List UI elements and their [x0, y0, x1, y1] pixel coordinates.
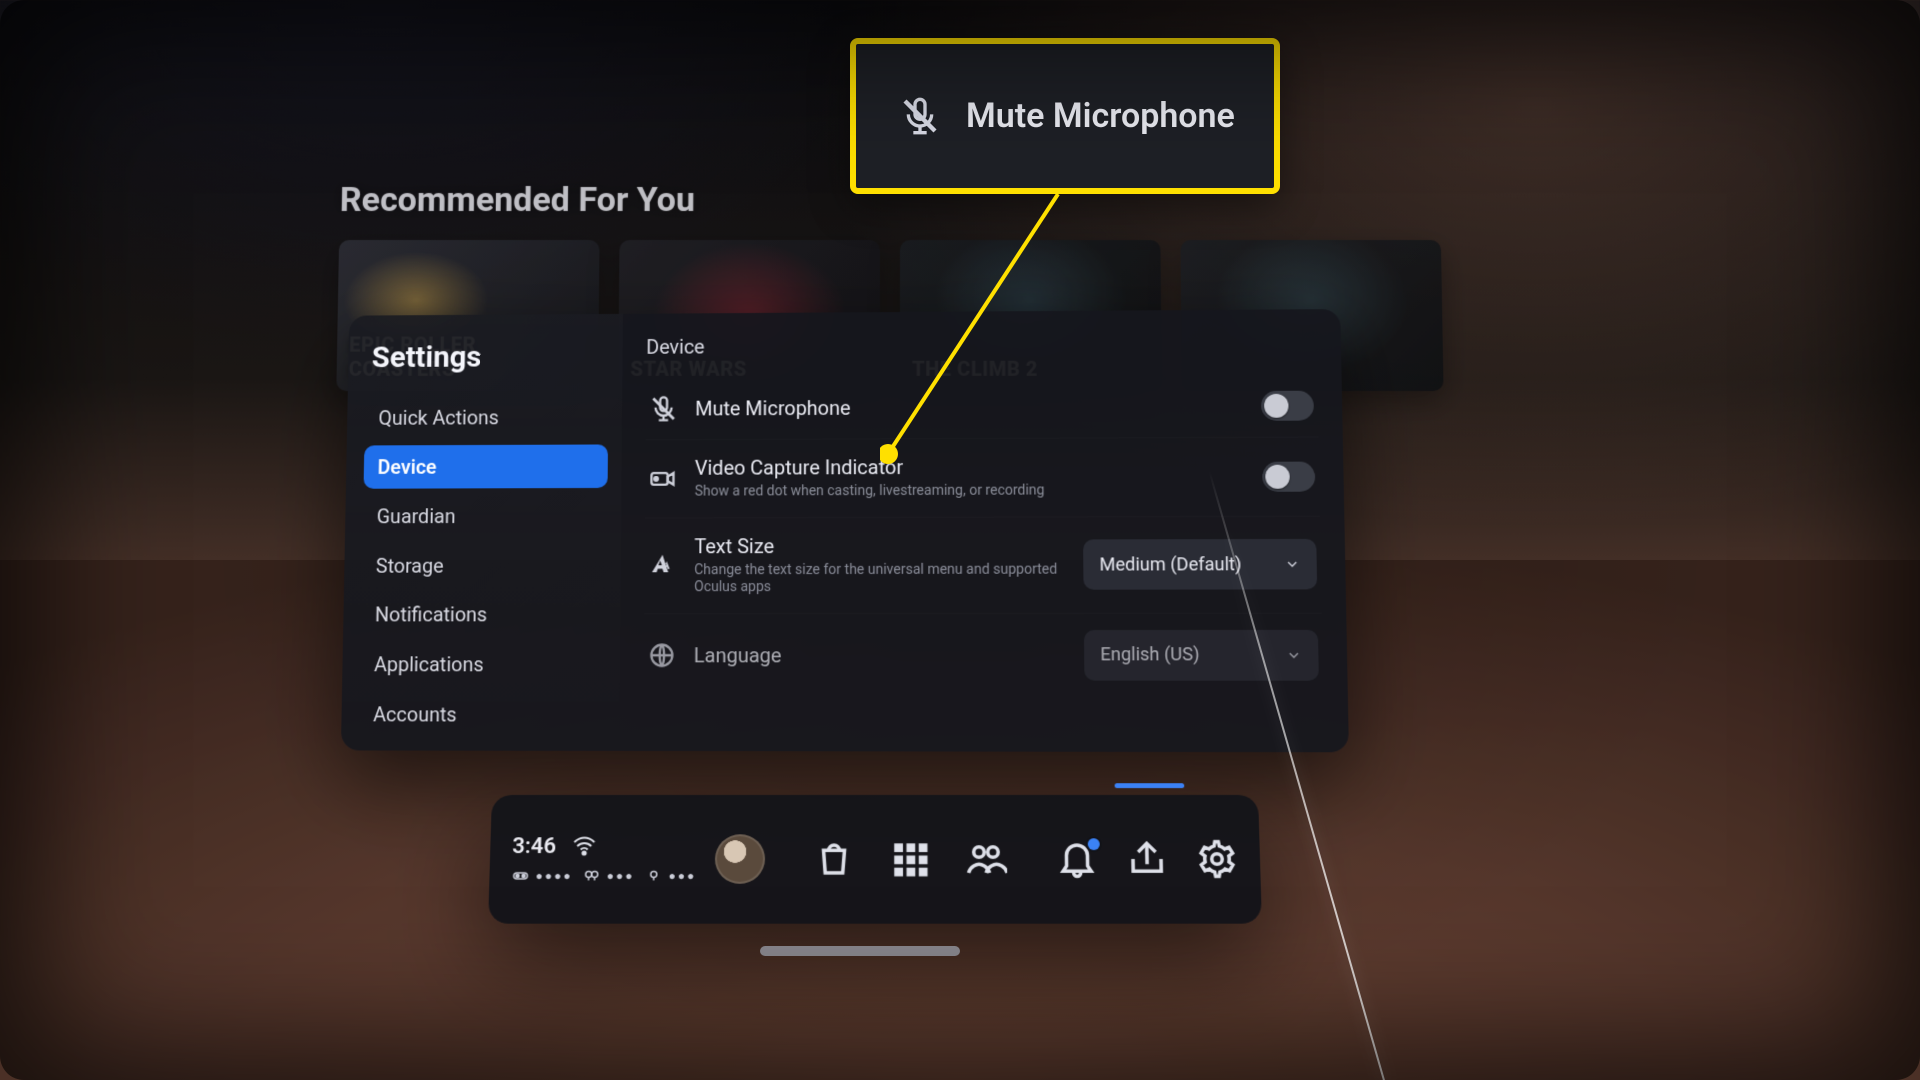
select-value: Medium (Default)	[1099, 554, 1241, 575]
select-text-size[interactable]: Medium (Default)	[1083, 539, 1317, 590]
settings-content: Device Mute Microphone Video Capture Ind…	[619, 309, 1349, 752]
text-size-icon	[648, 551, 676, 579]
row-label: Text Size	[694, 533, 1065, 558]
sidebar-item-label: Accounts	[373, 702, 457, 726]
select-value: English (US)	[1100, 644, 1199, 665]
sidebar-item-storage[interactable]: Storage	[362, 543, 607, 587]
profile-avatar[interactable]	[714, 834, 765, 884]
settings-button[interactable]	[1195, 838, 1238, 880]
chevron-down-icon	[1286, 647, 1303, 663]
row-desc: Change the text size for the universal m…	[694, 561, 1065, 597]
callout-mute-microphone: Mute Microphone	[850, 38, 1280, 194]
settings-title: Settings	[371, 339, 603, 375]
row-language: Language English (US)	[644, 613, 1324, 696]
sidebar-item-quick-actions[interactable]: Quick Actions	[364, 395, 608, 439]
toggle-mute-microphone[interactable]	[1261, 391, 1314, 421]
sidebar-item-label: Applications	[374, 653, 484, 677]
globe-icon	[648, 641, 676, 669]
taskbar-time: 3:46	[512, 834, 556, 859]
notifications-button[interactable]	[1056, 838, 1099, 880]
row-label: Video Capture Indicator	[695, 455, 1065, 480]
sidebar-item-label: Device	[377, 455, 436, 479]
store-button[interactable]	[813, 838, 855, 880]
settings-sidebar: Settings Quick Actions Device Guardian S…	[341, 314, 623, 751]
mic-off-icon	[650, 395, 678, 423]
share-button[interactable]	[1126, 838, 1169, 880]
headset-icon	[511, 866, 530, 884]
battery-dots: ●●●	[607, 868, 635, 882]
controller-icon	[644, 866, 662, 884]
sidebar-item-applications[interactable]: Applications	[360, 643, 606, 687]
sidebar-item-label: Guardian	[377, 504, 456, 528]
wifi-icon	[572, 834, 597, 858]
row-mute-microphone: Mute Microphone	[646, 375, 1319, 441]
store-section-title: Recommended For You	[339, 180, 695, 220]
taskbar-active-indicator	[1115, 783, 1185, 788]
sidebar-item-notifications[interactable]: Notifications	[361, 593, 607, 637]
select-language[interactable]: English (US)	[1084, 629, 1319, 680]
sidebar-item-accounts[interactable]: Accounts	[359, 692, 606, 736]
row-desc: Show a red dot when casting, livestreami…	[695, 482, 1065, 501]
row-label: Language	[694, 643, 1066, 667]
settings-window: Settings Quick Actions Device Guardian S…	[341, 309, 1349, 752]
toggle-video-capture-indicator[interactable]	[1262, 461, 1315, 491]
row-text-size: Text Size Change the text size for the u…	[644, 516, 1321, 613]
battery-dots: ●●●●	[535, 868, 572, 882]
people-button[interactable]	[965, 838, 1007, 880]
universal-taskbar: 3:46 ●●●● ●●● ●●●	[488, 795, 1262, 924]
controller-icon	[582, 866, 600, 884]
sidebar-item-device[interactable]: Device	[364, 444, 608, 488]
mic-off-icon	[900, 96, 940, 136]
notification-badge	[1088, 838, 1100, 850]
chevron-down-icon	[1284, 556, 1301, 572]
sidebar-item-label: Notifications	[375, 603, 488, 627]
sidebar-item-label: Storage	[376, 553, 444, 577]
taskbar-drag-handle[interactable]	[760, 946, 960, 956]
apps-button[interactable]	[889, 838, 931, 880]
sidebar-item-guardian[interactable]: Guardian	[363, 494, 608, 538]
battery-dots: ●●●	[668, 868, 696, 882]
callout-label: Mute Microphone	[966, 96, 1235, 136]
row-label: Mute Microphone	[695, 395, 1064, 421]
camera-icon	[649, 465, 677, 493]
taskbar-battery-row: ●●●● ●●● ●●●	[511, 866, 696, 884]
sidebar-item-label: Quick Actions	[378, 406, 499, 430]
content-header: Device	[646, 331, 1317, 359]
